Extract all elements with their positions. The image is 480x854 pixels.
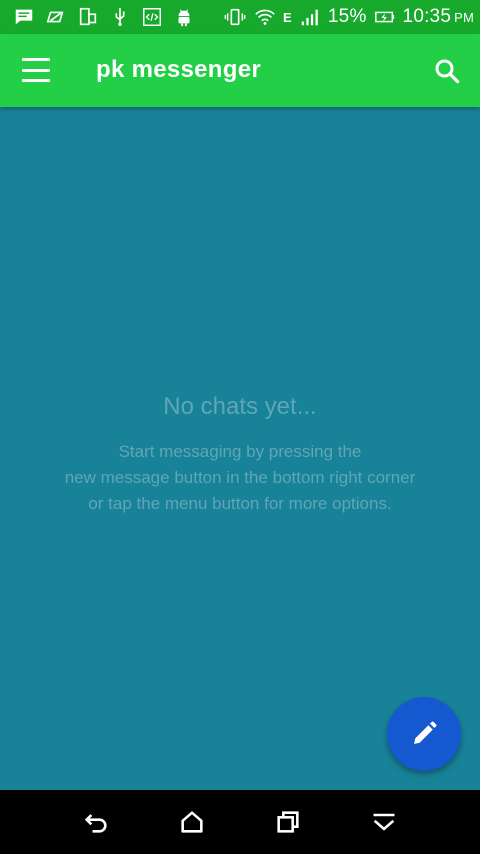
nav-bar [0, 790, 480, 854]
clock-time: 10:35 [402, 6, 452, 27]
menu-icon[interactable] [22, 58, 50, 82]
usb-icon [108, 5, 132, 29]
app-title: pk messenger [96, 56, 262, 83]
android-icon [172, 5, 196, 29]
empty-state-line: or tap the menu button for more options. [88, 494, 392, 513]
home-icon[interactable] [176, 806, 208, 838]
recents-icon[interactable] [272, 806, 304, 838]
wifi-icon [253, 5, 277, 29]
menu-icon-bar [22, 58, 50, 61]
eye-off-icon [44, 5, 68, 29]
empty-state-line: new message button in the bottom right c… [64, 468, 416, 487]
menu-icon-bar [22, 68, 50, 72]
status-icons-right: E 15% 10:35 PM [223, 5, 474, 29]
developer-icon [140, 5, 164, 29]
new-message-button[interactable] [387, 697, 461, 771]
screen-rotation-icon [76, 5, 100, 29]
app-bar: pk messenger [0, 34, 480, 107]
menu-icon-bar [22, 79, 50, 82]
pencil-icon [414, 721, 437, 744]
signal-icon [298, 5, 322, 29]
status-icons-left [12, 5, 196, 29]
clock-ampm: PM [454, 10, 474, 25]
vibrate-icon [223, 5, 247, 29]
status-bar: E 15% 10:35 PM [0, 0, 480, 34]
message-notification-icon [12, 5, 36, 29]
battery-charging-icon [373, 5, 397, 29]
empty-state: No chats yet... Start messaging by press… [0, 393, 480, 517]
battery-percent: 15% [327, 6, 367, 27]
empty-state-line: Start messaging by pressing the [118, 442, 362, 461]
hide-keyboard-icon[interactable] [368, 806, 400, 838]
network-type-label: E [283, 9, 292, 25]
back-icon[interactable] [80, 806, 112, 838]
search-icon[interactable] [432, 56, 462, 86]
clock: 10:35 PM [403, 6, 474, 28]
empty-state-title: No chats yet... [163, 393, 317, 420]
